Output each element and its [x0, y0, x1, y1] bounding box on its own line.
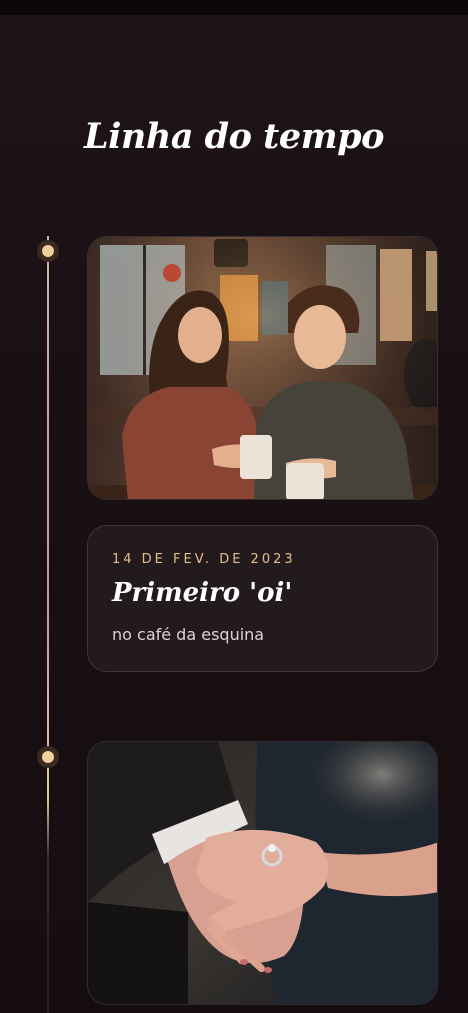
event-photo-couple-cafe[interactable]: [87, 236, 438, 500]
timeline-dot: [37, 746, 59, 768]
event-description: no café da esquina: [112, 625, 265, 644]
hands-with-engagement-ring-photo: [88, 742, 437, 1004]
event-date: 14 DE FEV. DE 2023: [112, 552, 296, 567]
event-photo-engagement-ring[interactable]: [87, 741, 438, 1005]
couple-at-cafe-photo: [88, 237, 437, 499]
event-title: Primeiro 'oi': [112, 578, 293, 608]
timeline-line: [47, 236, 49, 1013]
timeline-dot: [37, 240, 59, 262]
status-bar: [0, 0, 468, 15]
event-card[interactable]: 14 DE FEV. DE 2023 Primeiro 'oi' no café…: [87, 525, 438, 672]
page-title: Linha do tempo: [84, 116, 384, 157]
